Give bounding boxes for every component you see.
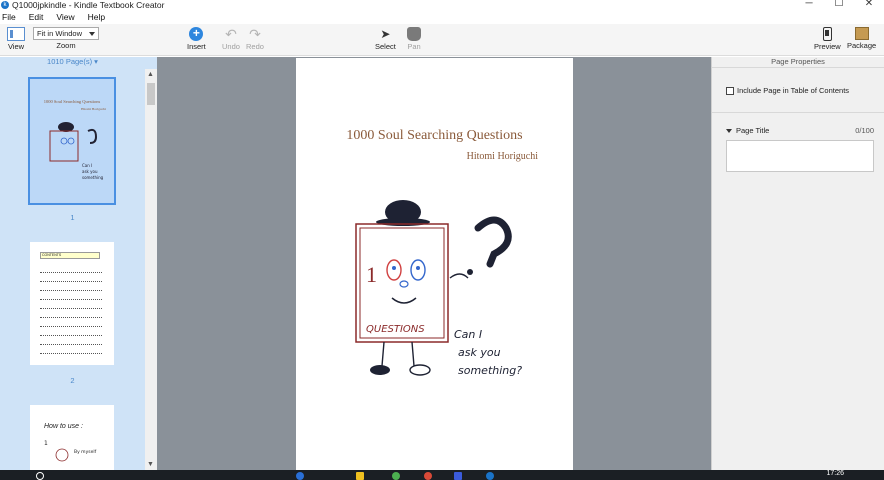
page-thumbnail-3[interactable]: How to use : 1 By myself — [30, 405, 114, 470]
view-label: View — [7, 42, 25, 51]
scrollbar-thumb[interactable] — [147, 83, 155, 105]
file-explorer-icon[interactable] — [356, 472, 364, 480]
thumbnail-how-to-use: How to use : — [44, 423, 83, 430]
thumbnail-author: Hitomi Horiguchi — [81, 107, 106, 111]
page-title-input[interactable] — [726, 140, 874, 172]
undo-button[interactable]: ↶ Undo — [222, 27, 240, 51]
zoom-control: Fit in Window Zoom — [33, 27, 99, 50]
select-label: Select — [375, 42, 396, 51]
properties-divider — [712, 112, 884, 113]
pan-label: Pan — [407, 42, 421, 51]
cursor-icon: ➤ — [380, 27, 391, 41]
page-canvas[interactable]: 1000 Soul Searching Questions Hitomi Hor… — [157, 57, 711, 470]
package-label: Package — [847, 41, 877, 50]
view-layout-icon — [7, 27, 25, 41]
pan-button[interactable]: Pan — [407, 27, 421, 51]
chrome-icon[interactable] — [392, 472, 400, 480]
page-title-char-count: 0/100 — [855, 126, 874, 135]
zoom-value: Fit in Window — [37, 29, 83, 38]
preview-button[interactable]: Preview — [814, 27, 841, 51]
thumbnail-illustration: Can I ask you something — [49, 122, 104, 180]
redo-label: Redo — [246, 42, 264, 51]
search-icon[interactable] — [36, 472, 44, 480]
menu-edit[interactable]: Edit — [29, 12, 44, 22]
thumbnail-toc-lines — [40, 264, 102, 354]
windows-taskbar: 17:26 — [0, 470, 884, 480]
checkbox-icon[interactable] — [726, 86, 734, 95]
thumbnail-number-1: 1 — [70, 213, 75, 222]
chevron-down-icon — [89, 31, 95, 36]
svg-text:1: 1 — [44, 440, 48, 447]
book-author: Hitomi Horiguchi — [466, 151, 538, 162]
redo-button[interactable]: ↷ Redo — [246, 27, 264, 51]
window-controls: ─ ☐ ✕ — [794, 0, 884, 9]
package-icon — [854, 27, 869, 40]
plus-circle-icon: + — [189, 27, 204, 41]
menu-file[interactable]: File — [2, 12, 16, 22]
insert-label: Insert — [187, 42, 206, 51]
maximize-button[interactable]: ☐ — [824, 0, 854, 9]
device-icon — [822, 27, 832, 41]
page-title-section-toggle[interactable]: Page Title — [726, 126, 769, 135]
svg-text:something: something — [82, 175, 104, 180]
page-properties-panel: Page Properties Include Page in Table of… — [711, 57, 884, 470]
kindle-taskbar-icon[interactable] — [486, 472, 494, 480]
properties-header: Page Properties — [712, 57, 884, 68]
svg-text:Can I: Can I — [82, 163, 92, 168]
page-thumbnail-2[interactable]: CONTENTS — [30, 242, 114, 365]
thumbnail-mini-illustration: 1 By myself — [44, 440, 97, 462]
cover-illustration: 1 QUESTIONS Can I ask you something? — [355, 200, 522, 377]
scroll-up-icon[interactable]: ▲ — [147, 71, 154, 78]
pages-scrollbar[interactable]: ▲ ▼ — [145, 69, 157, 470]
taskbar-clock: 17:26 — [826, 470, 844, 477]
svg-text:By myself: By myself — [74, 449, 97, 455]
zoom-label: Zoom — [56, 41, 76, 50]
include-toc-checkbox[interactable]: Include Page in Table of Contents — [726, 86, 849, 95]
menu-bar: File Edit View Help — [0, 10, 884, 24]
menu-view[interactable]: View — [56, 12, 74, 22]
undo-label: Undo — [222, 42, 240, 51]
chevron-down-icon — [726, 128, 732, 133]
redo-icon: ↷ — [249, 26, 261, 42]
scroll-down-icon[interactable]: ▼ — [147, 461, 154, 468]
speech-line-3: something? — [458, 364, 522, 377]
undo-icon: ↶ — [225, 26, 237, 42]
page-thumbnail-1[interactable]: 1000 Soul Searching Questions Hitomi Hor… — [28, 77, 116, 205]
menu-help[interactable]: Help — [88, 12, 105, 22]
window-title: Q1000jpkindle - Kindle Textbook Creator — [12, 0, 165, 10]
svg-text:ask you: ask you — [82, 169, 98, 174]
app-icon-red[interactable] — [424, 472, 432, 480]
illustration-label: QUESTIONS — [366, 324, 425, 335]
thumbnail-contents-heading: CONTENTS — [40, 252, 100, 259]
pages-panel: 1010 Page(s) ▾ 1000 Soul Searching Quest… — [0, 57, 157, 470]
include-toc-label: Include Page in Table of Contents — [737, 86, 850, 95]
app-icon-blue[interactable] — [454, 472, 462, 480]
toolbar: View Fit in Window Zoom + Insert ↶ Undo … — [0, 24, 884, 56]
thumbnail-number-2: 2 — [70, 376, 75, 385]
view-button[interactable]: View — [7, 27, 25, 51]
title-bar: k Q1000jpkindle - Kindle Textbook Creato… — [0, 0, 884, 10]
package-button[interactable]: Package — [847, 27, 876, 50]
speech-line-1: Can I — [454, 328, 482, 341]
edge-icon[interactable] — [296, 472, 304, 480]
page-count-dropdown[interactable]: 1010 Page(s) ▾ — [0, 57, 145, 69]
select-button[interactable]: ➤ Select — [375, 27, 396, 51]
insert-button[interactable]: + Insert — [187, 27, 206, 52]
illustration-number: 1 — [366, 262, 377, 287]
kindle-app-icon: k — [1, 1, 9, 9]
close-button[interactable]: ✕ — [854, 0, 884, 9]
preview-label: Preview — [814, 42, 841, 51]
book-title: 1000 Soul Searching Questions — [346, 128, 523, 143]
zoom-dropdown[interactable]: Fit in Window — [33, 27, 99, 40]
page-preview[interactable]: 1000 Soul Searching Questions Hitomi Hor… — [296, 58, 573, 470]
minimize-button[interactable]: ─ — [794, 0, 824, 9]
hand-icon — [407, 27, 421, 41]
thumbnail-title: 1000 Soul Searching Questions — [43, 99, 101, 104]
page-title-label: Page Title — [736, 126, 770, 135]
speech-line-2: ask you — [458, 346, 501, 359]
